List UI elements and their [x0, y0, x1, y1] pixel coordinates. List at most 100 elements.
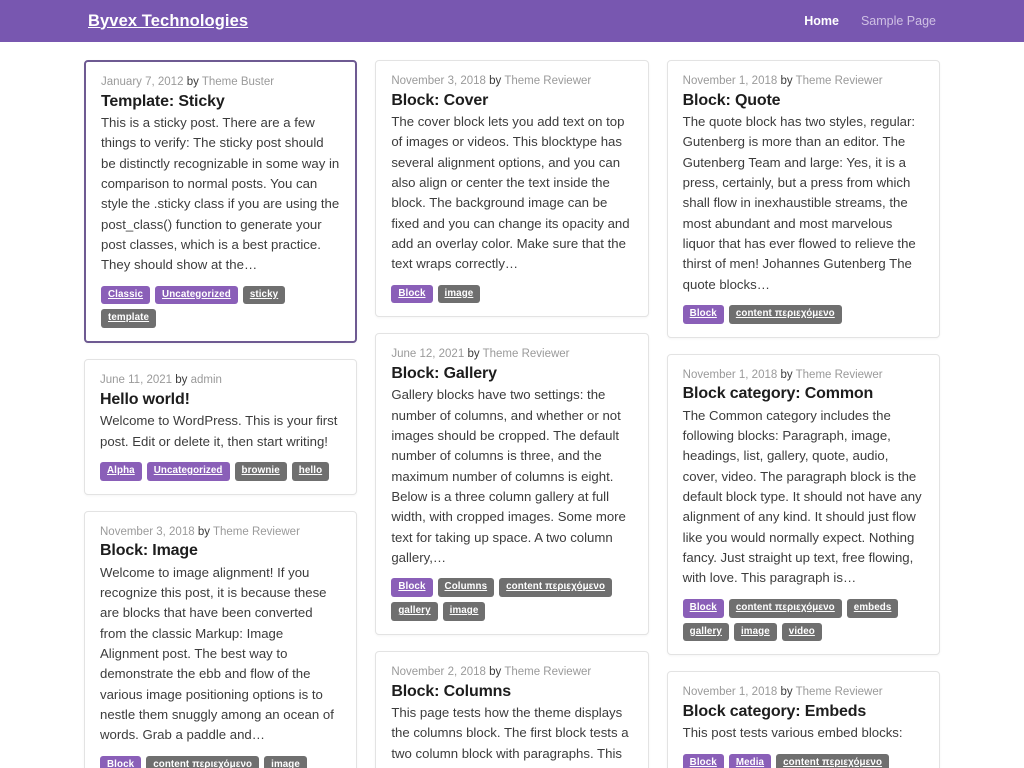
post-card[interactable]: November 1, 2018 by Theme Reviewer Block … — [666, 353, 940, 656]
post-title[interactable]: Block: Columns — [391, 682, 632, 702]
tag-badge[interactable]: image — [264, 755, 307, 768]
post-title[interactable]: Block: Cover — [391, 91, 632, 111]
main-navigation: Home Sample Page — [804, 14, 936, 28]
taxonomy-list: BlockMediacontent περιεχόμενοembeds — [682, 753, 924, 768]
category-badge[interactable]: Block — [100, 755, 142, 768]
post-date: November 1, 2018 — [682, 368, 778, 381]
tag-badge[interactable]: content περιεχόμενο — [146, 755, 260, 768]
tag-badge[interactable]: video — [781, 622, 822, 642]
post-card[interactable]: November 1, 2018 by Theme Reviewer Block … — [666, 671, 940, 768]
category-badge[interactable]: Media — [728, 753, 772, 768]
post-excerpt: The Common category includes the followi… — [682, 407, 922, 586]
tag-badge[interactable]: content περιεχόμενο — [776, 753, 890, 768]
post-title[interactable]: Block: Quote — [683, 91, 924, 111]
post-author[interactable]: Theme Reviewer — [483, 348, 570, 360]
post-card[interactable]: June 11, 2021 by admin Hello world! Welcom… — [84, 359, 358, 495]
post-meta: June 11, 2021 by admin — [100, 373, 341, 389]
post-author[interactable]: Theme Reviewer — [504, 666, 591, 678]
post-title[interactable]: Hello world! — [100, 390, 341, 410]
tag-badge[interactable]: image — [437, 284, 481, 304]
taxonomy-list: Alpha Uncategorized brownie hello — [100, 461, 341, 481]
tag-badge[interactable]: image — [733, 622, 777, 642]
post-meta: November 2, 2018 by Theme Reviewer — [391, 665, 632, 681]
main-content: January 7, 2012 by Theme Buster Template:… — [0, 42, 1024, 768]
post-meta: November 3, 2018 by Theme Reviewer — [100, 525, 341, 541]
category-badge[interactable]: Uncategorized — [155, 285, 238, 305]
post-meta: June 12, 2021 by Theme Reviewer — [391, 347, 632, 363]
tag-badge[interactable]: Columns — [437, 578, 495, 598]
post-date: June 11, 2021 — [100, 374, 173, 387]
tag-badge[interactable]: brownie — [234, 461, 287, 481]
post-byline-label: by — [197, 525, 210, 538]
tag-badge[interactable]: embeds — [846, 598, 899, 618]
post-title[interactable]: Block category: Common — [683, 384, 924, 404]
post-author[interactable]: Theme Reviewer — [504, 75, 591, 87]
post-meta: November 1, 2018 by Theme Reviewer — [683, 685, 924, 701]
post-date: November 2, 2018 — [391, 666, 486, 679]
category-badge[interactable]: Block — [682, 753, 724, 768]
category-badge[interactable]: Block — [391, 578, 433, 598]
post-author[interactable]: Theme Reviewer — [213, 526, 300, 538]
site-title[interactable]: Byvex Technologies — [88, 12, 248, 31]
post-author[interactable]: Theme Reviewer — [796, 686, 883, 698]
post-byline-label: by — [780, 368, 793, 381]
taxonomy-list: Block content περιεχόμενο image — [100, 755, 341, 768]
category-badge[interactable]: Block — [682, 598, 724, 618]
nav-link-home[interactable]: Home — [804, 14, 839, 28]
tag-badge[interactable]: template — [101, 309, 157, 329]
post-title[interactable]: Block: Image — [100, 541, 341, 561]
post-author[interactable]: Theme Reviewer — [796, 369, 883, 381]
post-byline-label: by — [175, 374, 188, 387]
post-title[interactable]: Block category: Embeds — [683, 702, 924, 722]
post-byline-label: by — [186, 76, 199, 88]
taxonomy-list: Block image — [391, 284, 632, 304]
taxonomy-list: Classic Uncategorized sticky template — [101, 285, 340, 329]
post-byline-label: by — [489, 75, 502, 87]
post-card[interactable]: November 2, 2018 by Theme Reviewer Block:… — [375, 651, 649, 768]
post-excerpt: This is a sticky post. There are a few t… — [101, 115, 340, 273]
category-badge[interactable]: Block — [682, 304, 724, 324]
tag-badge[interactable]: content περιεχόμενο — [499, 578, 613, 598]
category-badge[interactable]: Alpha — [100, 461, 142, 481]
site-header: Byvex Technologies Home Sample Page — [0, 0, 1024, 42]
post-date: November 3, 2018 — [391, 75, 486, 87]
category-badge[interactable]: Uncategorized — [146, 461, 230, 481]
post-author[interactable]: admin — [191, 374, 222, 386]
tag-badge[interactable]: content περιεχόμενο — [728, 598, 842, 618]
post-excerpt: Welcome to WordPress. This is your first… — [100, 413, 338, 449]
post-card[interactable]: November 3, 2018 by Theme Reviewer Block:… — [375, 60, 649, 318]
category-badge[interactable]: Classic — [101, 285, 151, 305]
taxonomy-list: Block Columns content περιεχόμενο gallery im… — [391, 578, 632, 622]
post-card[interactable]: June 12, 2021 by Theme Reviewer Block: Ga… — [375, 333, 649, 636]
post-excerpt: This page tests how the theme displays t… — [391, 705, 632, 768]
post-card[interactable]: November 3, 2018 by Theme Reviewer Block:… — [84, 510, 358, 768]
post-meta: January 7, 2012 by Theme Buster — [101, 75, 340, 91]
post-meta: November 1, 2018 by Theme Reviewer — [683, 368, 924, 384]
post-byline-label: by — [780, 75, 793, 87]
tag-badge[interactable]: gallery — [391, 602, 438, 622]
post-byline-label: by — [780, 686, 793, 699]
post-meta: November 3, 2018 by Theme Reviewer — [391, 74, 632, 90]
post-title[interactable]: Block: Gallery — [391, 364, 632, 384]
tag-badge[interactable]: sticky — [242, 285, 286, 305]
post-author[interactable]: Theme Reviewer — [796, 75, 883, 87]
post-date: June 12, 2021 — [391, 348, 465, 361]
post-excerpt: The cover block lets you add text on top… — [391, 114, 630, 272]
post-byline-label: by — [489, 666, 502, 679]
post-date: January 7, 2012 — [101, 76, 184, 88]
tag-badge[interactable]: gallery — [682, 622, 729, 642]
post-card[interactable]: January 7, 2012 by Theme Buster Template:… — [84, 60, 358, 344]
post-author[interactable]: Theme Buster — [202, 76, 274, 88]
post-excerpt: This post tests various embed blocks: — [682, 725, 903, 741]
nav-link-sample-page[interactable]: Sample Page — [861, 14, 936, 28]
post-title[interactable]: Template: Sticky — [101, 92, 340, 112]
post-byline-label: by — [467, 348, 480, 361]
category-badge[interactable]: Block — [391, 284, 433, 304]
post-date: November 1, 2018 — [682, 75, 778, 87]
post-card[interactable]: November 1, 2018 by Theme Reviewer Block:… — [666, 60, 940, 338]
post-excerpt: Gallery blocks have two settings: the nu… — [391, 387, 626, 566]
tag-badge[interactable]: hello — [291, 461, 330, 481]
post-date: November 3, 2018 — [100, 525, 195, 538]
tag-badge[interactable]: image — [442, 602, 486, 622]
tag-badge[interactable]: content περιεχόμενο — [728, 304, 842, 324]
